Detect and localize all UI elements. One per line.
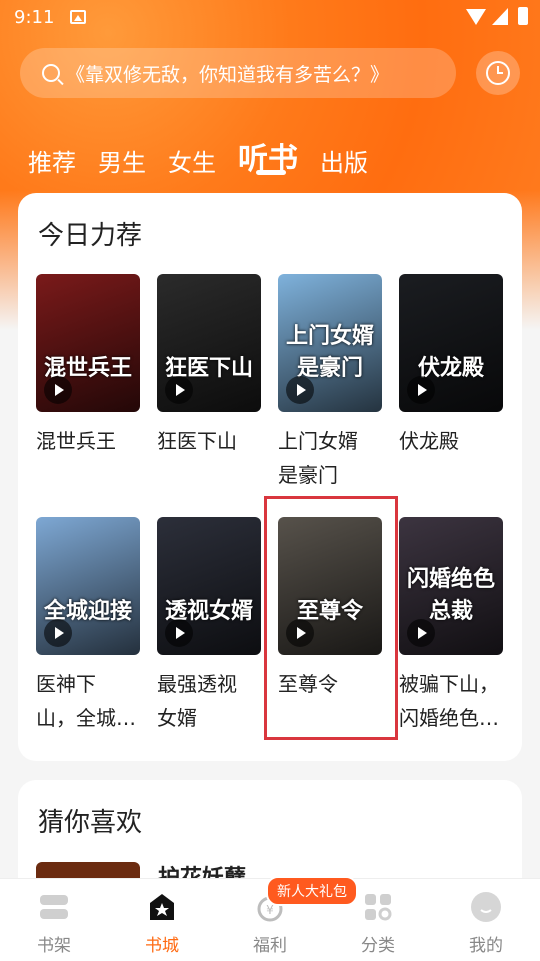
promo-badge[interactable]: 新人大礼包 xyxy=(266,876,358,906)
book-cover[interactable]: 闪婚绝色总裁 xyxy=(399,517,503,655)
book-item[interactable]: 伏龙殿 伏龙殿 xyxy=(399,274,503,458)
book-title[interactable]: 医神下 山，全城… xyxy=(36,667,140,735)
book-item[interactable]: 全城迎接医神下 山，全城… xyxy=(36,517,140,735)
book-item[interactable]: 闪婚绝色总裁被骗下山， 闪婚绝色… xyxy=(399,517,503,735)
play-icon[interactable] xyxy=(165,619,193,647)
book-title[interactable]: 最强透视 女婿 xyxy=(157,667,261,735)
book-cover[interactable]: 透视女婿 xyxy=(157,517,261,655)
book-title[interactable]: 上门女婿 是豪门 xyxy=(278,424,382,492)
nav-profile[interactable]: 我的 xyxy=(432,879,540,961)
status-time: 9:11 xyxy=(14,7,55,28)
cover-title: 上门女婿是豪门 xyxy=(285,324,374,381)
play-icon[interactable] xyxy=(407,376,435,404)
nav-label-welfare: 福利 xyxy=(253,936,287,956)
book-item[interactable]: 上门女婿是豪门上门女婿 是豪门 xyxy=(278,274,382,492)
nav-label-profile: 我的 xyxy=(469,936,503,956)
tab-male[interactable]: 男生 xyxy=(98,143,146,178)
clock-icon xyxy=(486,61,510,85)
book-cover[interactable]: 混世兵王 xyxy=(36,274,140,412)
history-button[interactable] xyxy=(476,51,520,95)
nav-label-bookstore: 书城 xyxy=(145,936,179,956)
tab-recommend[interactable]: 推荐 xyxy=(28,143,76,178)
nav-label-bookshelf: 书架 xyxy=(37,936,71,956)
search-icon xyxy=(42,64,60,82)
book-cover[interactable]: 狂医下山 xyxy=(157,274,261,412)
status-bar: 9:11 xyxy=(0,0,540,36)
book-title[interactable]: 伏龙殿 xyxy=(399,424,503,458)
book-cover[interactable]: 全城迎接 xyxy=(36,517,140,655)
bookstore-icon xyxy=(150,894,174,920)
signal-icon xyxy=(492,8,508,25)
wifi-icon xyxy=(466,9,486,25)
bookshelf-icon xyxy=(40,895,68,919)
image-notification-icon xyxy=(70,10,86,24)
search-placeholder: 《靠双修无敌，你知道我有多苦么？》 xyxy=(66,63,390,86)
category-tabs: 推荐 男生 女生 听书 出版 xyxy=(28,118,390,178)
profile-icon xyxy=(471,892,501,922)
active-tab-indicator xyxy=(256,170,286,175)
nav-bookstore[interactable]: 书城 xyxy=(108,879,216,961)
book-item[interactable]: 透视女婿最强透视 女婿 xyxy=(157,517,261,735)
book-cover[interactable]: 伏龙殿 xyxy=(399,274,503,412)
cover-title: 闪婚绝色总裁 xyxy=(406,567,495,624)
selection-highlight xyxy=(264,496,398,740)
section-title-guess: 猜你喜欢 xyxy=(38,808,143,838)
nav-label-category: 分类 xyxy=(361,936,395,956)
nav-bookshelf[interactable]: 书架 xyxy=(0,879,108,961)
category-icon xyxy=(365,894,392,921)
search-bar[interactable]: 《靠双修无敌，你知道我有多苦么？》 xyxy=(20,48,456,98)
section-title: 今日力荐 xyxy=(38,221,143,251)
play-icon[interactable] xyxy=(407,619,435,647)
play-icon[interactable] xyxy=(44,619,72,647)
play-icon[interactable] xyxy=(44,376,72,404)
tab-publishing[interactable]: 出版 xyxy=(320,143,368,178)
book-title[interactable]: 狂医下山 xyxy=(157,424,261,458)
battery-icon xyxy=(518,7,528,25)
tab-female[interactable]: 女生 xyxy=(168,143,216,178)
book-item[interactable]: 狂医下山 狂医下山 xyxy=(157,274,261,458)
play-icon[interactable] xyxy=(165,376,193,404)
play-icon[interactable] xyxy=(286,376,314,404)
book-cover[interactable]: 上门女婿是豪门 xyxy=(278,274,382,412)
book-title[interactable]: 混世兵王 xyxy=(36,424,140,458)
book-item[interactable]: 混世兵王 混世兵王 xyxy=(36,274,140,458)
book-title[interactable]: 被骗下山， 闪婚绝色… xyxy=(399,667,503,735)
